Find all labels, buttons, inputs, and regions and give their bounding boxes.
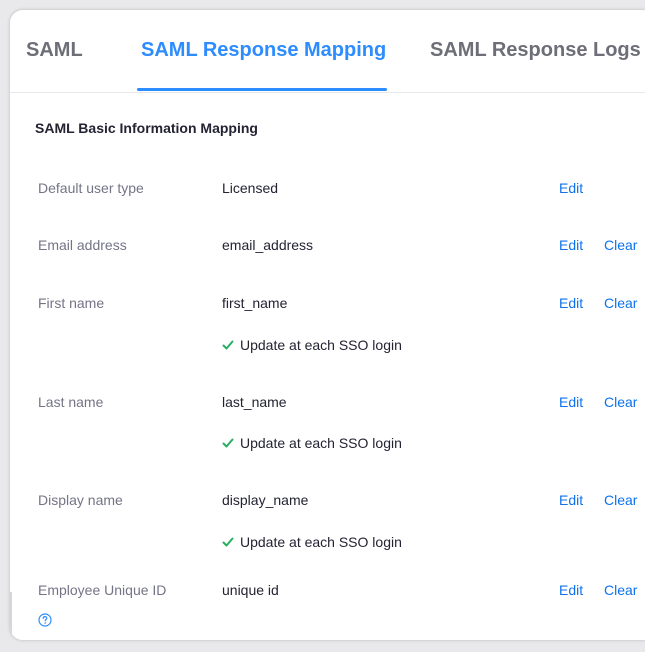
field-value-employee-unique-id: unique id [222, 582, 279, 598]
saml-settings-card: SAML SAML Response Mapping SAML Response… [9, 9, 645, 641]
section-title: SAML Basic Information Mapping [35, 120, 258, 136]
update-at-login-last-name: Update at each SSO login [222, 435, 402, 451]
field-value-email-address: email_address [222, 237, 314, 253]
field-label-default-user-type: Default user type [38, 180, 144, 196]
clear-button-employee-unique-id[interactable]: Clear [604, 582, 637, 598]
edit-button-employee-unique-id[interactable]: Edit [559, 582, 583, 598]
edit-button-first-name[interactable]: Edit [559, 295, 583, 311]
field-value-last-name: last_name [222, 394, 287, 410]
field-label-display-name: Display name [38, 492, 123, 508]
clear-button-first-name[interactable]: Clear [604, 295, 637, 311]
clear-button-email-address[interactable]: Clear [604, 237, 637, 253]
check-icon [222, 438, 234, 448]
field-value-default-user-type: Licensed [222, 180, 279, 196]
active-tab-indicator [137, 88, 387, 91]
clear-button-display-name[interactable]: Clear [604, 492, 637, 508]
update-at-login-text: Update at each SSO login [240, 337, 402, 353]
row-left-rule [10, 592, 12, 640]
field-label-email-address: Email address [38, 237, 127, 253]
field-label-employee-unique-id: Employee Unique ID [38, 582, 167, 598]
field-label-first-name: First name [38, 295, 105, 311]
edit-button-last-name[interactable]: Edit [559, 394, 583, 410]
update-at-login-first-name: Update at each SSO login [222, 337, 402, 353]
edit-button-display-name[interactable]: Edit [559, 492, 583, 508]
check-icon [222, 340, 234, 350]
tab-saml-response-logs[interactable]: SAML Response Logs [430, 39, 641, 62]
tab-saml-response-mapping[interactable]: SAML Response Mapping [141, 39, 386, 62]
edit-button-default-user-type[interactable]: Edit [559, 180, 583, 196]
check-icon [222, 537, 234, 547]
update-at-login-display-name: Update at each SSO login [222, 534, 402, 550]
field-value-display-name: display_name [222, 492, 309, 508]
help-circle-icon[interactable] [38, 613, 52, 627]
update-at-login-text: Update at each SSO login [240, 435, 402, 451]
field-label-last-name: Last name [38, 394, 104, 410]
edit-button-email-address[interactable]: Edit [559, 237, 583, 253]
tab-bar: SAML SAML Response Mapping SAML Response… [10, 10, 645, 93]
clear-button-last-name[interactable]: Clear [604, 394, 637, 410]
tab-saml[interactable]: SAML [26, 39, 83, 62]
field-value-first-name: first_name [222, 295, 288, 311]
update-at-login-text: Update at each SSO login [240, 534, 402, 550]
